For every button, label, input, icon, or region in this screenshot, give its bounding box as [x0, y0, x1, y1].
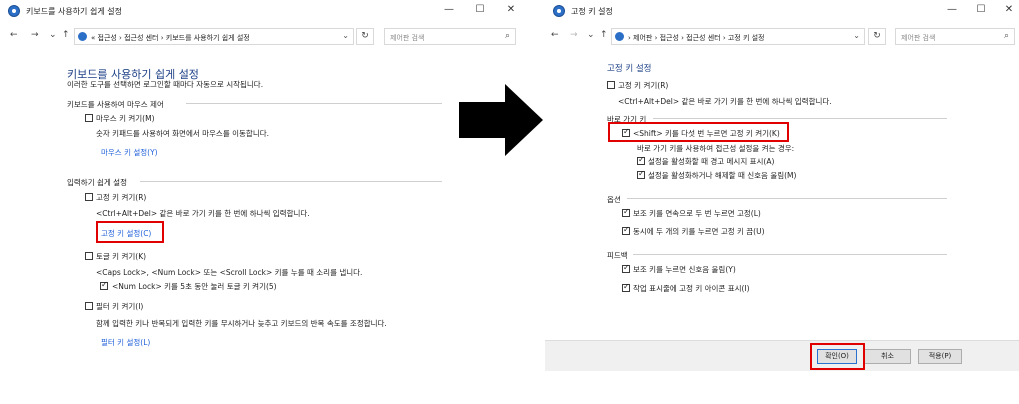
- warning-message-checkbox[interactable]: [637, 155, 645, 165]
- control-panel-icon: [553, 5, 565, 17]
- toggle-keys-label[interactable]: 토글 키 켜기(K): [96, 251, 146, 262]
- search-icon: ⌕: [504, 31, 510, 41]
- section-divider: [633, 254, 947, 255]
- highlight-box: [96, 221, 164, 243]
- address-box[interactable]: « 접근성 › 접근성 센터 › 키보드를 사용하기 쉽게 설정 ⌄: [74, 28, 354, 45]
- section-divider: [653, 118, 947, 119]
- recent-dropdown-button[interactable]: ⌄: [49, 30, 57, 40]
- mouse-keys-desc: 숫자 키패드를 사용하여 화면에서 마우스를 이동합니다.: [96, 129, 270, 138]
- control-panel-icon: [615, 32, 624, 41]
- mouse-keys-settings-link[interactable]: 마우스 키 설정(Y): [101, 147, 158, 158]
- maximize-button[interactable]: ☐: [972, 4, 990, 15]
- mouse-keys-label[interactable]: 마우스 키 켜기(M): [96, 113, 155, 124]
- refresh-button[interactable]: ↻: [356, 28, 374, 45]
- beep-checkbox[interactable]: [622, 263, 630, 273]
- back-button[interactable]: ←: [551, 30, 559, 40]
- filter-keys-checkbox[interactable]: [85, 302, 93, 310]
- page-subtitle: 이러한 도구를 선택하면 로그인할 때마다 자동으로 시작됩니다.: [67, 80, 264, 89]
- sticky-keys-desc: <Ctrl+Alt+Del> 같은 바로 가기 키를 한 번에 하나씩 입력합니…: [96, 209, 310, 218]
- toggle-keys-desc: <Caps Lock>, <Num Lock> 또는 <Scroll Lock>…: [96, 268, 363, 277]
- title-bar: 고정 키 설정 — ☐ ✕: [545, 0, 1019, 24]
- filter-keys-desc: 함께 입력한 키나 반복되게 입력한 키를 무시하거나 늦추고 키보드의 반복 …: [96, 319, 387, 328]
- section-title-typing: 입력하기 쉽게 설정: [67, 178, 127, 187]
- minimize-button[interactable]: —: [440, 4, 458, 15]
- toggle-keys-checkbox[interactable]: [85, 252, 93, 260]
- up-button[interactable]: ↑: [62, 30, 70, 40]
- breadcrumb[interactable]: › 제어판 › 접근성 › 접근성 센터 › 고정 키 설정: [628, 33, 765, 43]
- toggle-sound-label[interactable]: 설정을 활성화하거나 해제할 때 신호음 울림(M): [648, 170, 796, 181]
- section-title-options: 옵션: [607, 195, 621, 204]
- section-divider: [627, 198, 947, 199]
- sticky-keys-label[interactable]: 고정 키 켜기(R): [618, 80, 668, 91]
- section-title-mouse: 키보드를 사용하여 마우스 제어: [67, 100, 164, 109]
- lock-modifier-label[interactable]: 보조 키를 연속으로 두 번 누르면 고정(L): [633, 208, 761, 219]
- taskbar-icon-checkbox[interactable]: [622, 282, 630, 292]
- apply-button[interactable]: 적용(P): [918, 349, 962, 364]
- toggle-sound-checkbox[interactable]: [637, 169, 645, 179]
- two-keys-off-checkbox[interactable]: [622, 225, 630, 235]
- taskbar-icon-label[interactable]: 작업 표시줄에 고정 키 아이콘 표시(I): [633, 283, 750, 294]
- numlock-toggle-label[interactable]: <Num Lock> 키를 5초 동안 눌러 토글 키 켜기(5): [112, 281, 277, 292]
- search-input[interactable]: 제어판 검색 ⌕: [384, 28, 516, 45]
- highlight-box: [810, 343, 865, 370]
- lock-modifier-checkbox[interactable]: [622, 207, 630, 217]
- up-button[interactable]: ↑: [600, 30, 608, 40]
- filter-keys-label[interactable]: 필터 키 켜기(I): [96, 301, 143, 312]
- control-panel-icon: [78, 32, 87, 41]
- title-bar: 키보드를 사용하기 쉽게 설정 — ☐ ✕: [0, 0, 525, 24]
- keyboard-ease-window: 키보드를 사용하기 쉽게 설정 — ☐ ✕ ← → ⌄ ↑ « 접근성 › 접근…: [0, 0, 525, 404]
- sticky-keys-settings-window: 고정 키 설정 — ☐ ✕ ← → ⌄ ↑ › 제어판 › 접근성 › 접근성 …: [545, 0, 1019, 404]
- chevron-down-icon[interactable]: ⌄: [342, 31, 349, 40]
- address-bar-row: ← → ⌄ ↑ › 제어판 › 접근성 › 접근성 센터 › 고정 키 설정 ⌄…: [545, 24, 1019, 48]
- warning-message-label[interactable]: 설정을 활성화할 때 경고 메시지 표시(A): [648, 156, 774, 167]
- search-placeholder: 제어판 검색: [901, 34, 936, 42]
- cancel-button[interactable]: 취소: [864, 349, 911, 364]
- recent-dropdown-button[interactable]: ⌄: [587, 30, 595, 40]
- chevron-down-icon[interactable]: ⌄: [853, 31, 860, 40]
- close-button[interactable]: ✕: [1000, 4, 1018, 15]
- minimize-button[interactable]: —: [943, 4, 961, 15]
- forward-button[interactable]: →: [570, 30, 578, 40]
- sticky-keys-label[interactable]: 고정 키 켜기(R): [96, 192, 146, 203]
- numlock-toggle-checkbox[interactable]: [100, 280, 108, 290]
- highlight-box: [608, 122, 789, 142]
- window-title: 고정 키 설정: [571, 7, 613, 16]
- maximize-button[interactable]: ☐: [471, 4, 489, 15]
- forward-button[interactable]: →: [31, 30, 39, 40]
- section-title-feedback: 피드백: [607, 251, 628, 260]
- mouse-keys-checkbox[interactable]: [85, 114, 93, 122]
- two-keys-off-label[interactable]: 동시에 두 개의 키를 누르면 고정 키 끔(U): [633, 226, 765, 237]
- sticky-keys-checkbox[interactable]: [85, 193, 93, 201]
- control-panel-icon: [8, 5, 20, 17]
- address-box[interactable]: › 제어판 › 접근성 › 접근성 센터 › 고정 키 설정 ⌄: [611, 28, 865, 45]
- section-divider: [186, 103, 442, 104]
- search-icon: ⌕: [1003, 31, 1009, 41]
- button-bar: 확인(O) 취소 적용(P): [545, 340, 1019, 371]
- beep-label[interactable]: 보조 키를 누르면 신호음 울림(Y): [633, 264, 736, 275]
- search-input[interactable]: 제어판 검색 ⌕: [895, 28, 1015, 45]
- close-button[interactable]: ✕: [502, 4, 520, 15]
- section-divider: [140, 181, 442, 182]
- right-arrow-icon: [459, 84, 543, 156]
- window-title: 키보드를 사용하기 쉽게 설정: [26, 7, 122, 16]
- page-title: 고정 키 설정: [607, 64, 652, 74]
- filter-keys-settings-link[interactable]: 필터 키 설정(L): [101, 337, 150, 348]
- sticky-keys-checkbox[interactable]: [607, 81, 615, 89]
- breadcrumb[interactable]: « 접근성 › 접근성 센터 › 키보드를 사용하기 쉽게 설정: [91, 33, 250, 43]
- shortcut-desc: 바로 가기 키를 사용하여 접근성 설정을 켜는 경우:: [637, 144, 795, 153]
- search-placeholder: 제어판 검색: [390, 34, 425, 42]
- refresh-button[interactable]: ↻: [868, 28, 886, 45]
- address-bar-row: ← → ⌄ ↑ « 접근성 › 접근성 센터 › 키보드를 사용하기 쉽게 설정…: [0, 24, 525, 48]
- back-button[interactable]: ←: [10, 30, 18, 40]
- sticky-keys-desc: <Ctrl+Alt+Del> 같은 바로 가기 키를 한 번에 하나씩 입력합니…: [618, 97, 832, 106]
